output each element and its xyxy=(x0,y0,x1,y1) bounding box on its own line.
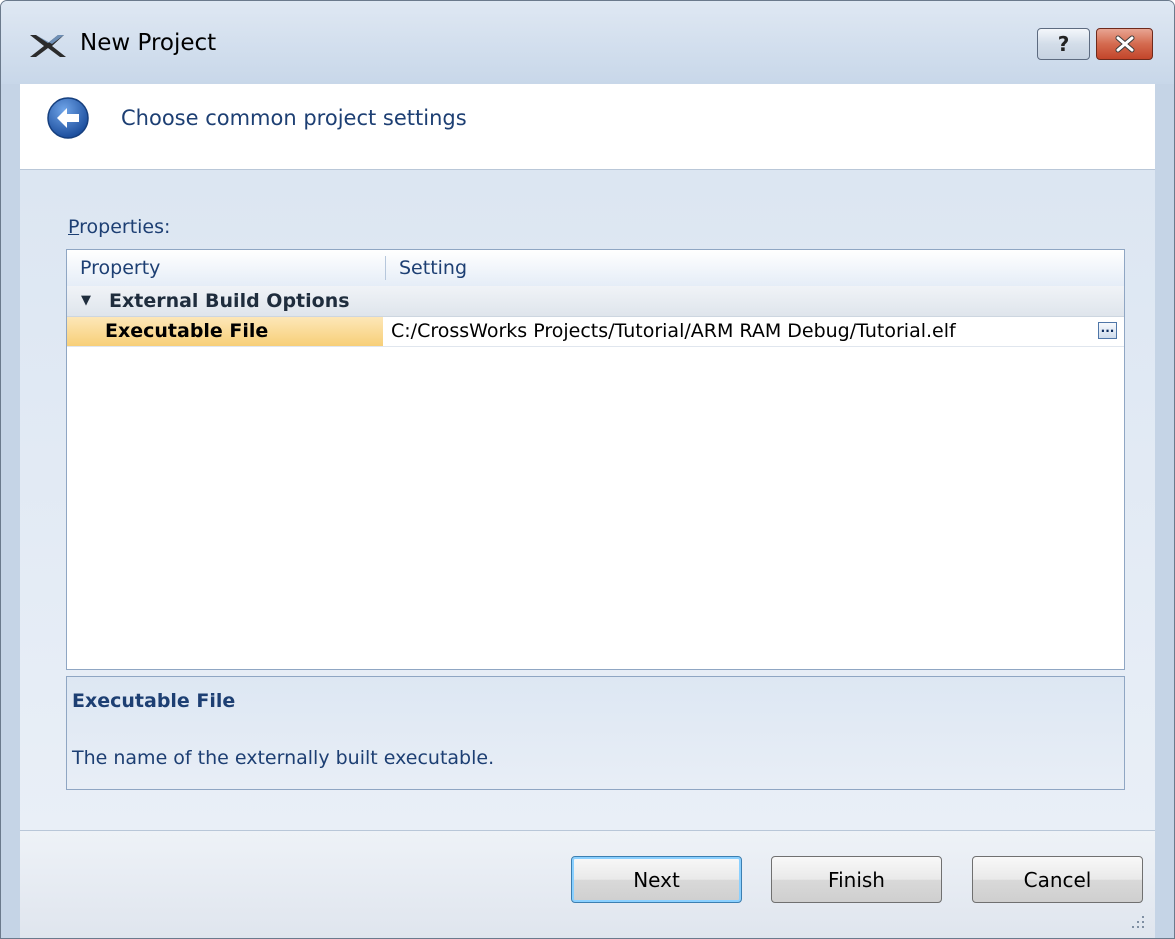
finish-button[interactable]: Finish xyxy=(771,856,942,903)
column-divider[interactable] xyxy=(385,256,386,280)
crossworks-app-icon xyxy=(30,35,66,57)
help-button[interactable]: ? xyxy=(1037,28,1090,60)
back-arrow-icon[interactable] xyxy=(46,96,90,140)
close-x-icon xyxy=(1115,35,1134,53)
property-name: Executable File xyxy=(105,320,269,342)
description-text: The name of the externally built executa… xyxy=(72,747,495,769)
description-title: Executable File xyxy=(72,690,236,712)
properties-label-text: roperties: xyxy=(79,216,171,238)
properties-label: Properties: xyxy=(68,216,170,238)
help-question-icon: ? xyxy=(1057,32,1070,56)
group-label: External Build Options xyxy=(109,290,350,312)
cancel-button[interactable]: Cancel xyxy=(972,856,1143,903)
browse-ellipsis-button[interactable]: ··· xyxy=(1098,322,1117,339)
collapse-triangle-icon[interactable]: ▼ xyxy=(81,293,91,308)
window-title: New Project xyxy=(80,30,217,56)
column-header-setting[interactable]: Setting xyxy=(399,257,467,279)
properties-grid[interactable]: Property Setting ▼ External Build Option… xyxy=(66,249,1125,670)
column-header-property[interactable]: Property xyxy=(80,257,160,279)
grid-header: Property Setting xyxy=(67,250,1124,287)
description-panel: Executable File The name of the external… xyxy=(66,676,1125,790)
property-value[interactable]: C:/CrossWorks Projects/Tutorial/ARM RAM … xyxy=(391,320,956,342)
wizard-content: Properties: Property Setting ▼ External … xyxy=(20,170,1155,830)
property-name-cell[interactable]: Executable File xyxy=(67,317,383,346)
wizard-header: Choose common project settings xyxy=(20,84,1155,170)
property-row-executable-file[interactable]: Executable File C:/CrossWorks Projects/T… xyxy=(67,317,1124,347)
resize-grip-icon[interactable] xyxy=(1131,915,1145,929)
new-project-dialog: New Project ? Choose common project sett… xyxy=(0,0,1175,939)
step-title: Choose common project settings xyxy=(121,106,467,130)
properties-label-mnemonic: P xyxy=(68,216,80,238)
close-button[interactable] xyxy=(1096,28,1153,60)
next-button[interactable]: Next xyxy=(571,856,742,903)
button-bar: Next Finish Cancel xyxy=(20,830,1155,938)
group-row-external-build-options[interactable]: ▼ External Build Options xyxy=(67,286,1124,317)
title-bar: New Project ? xyxy=(1,1,1174,84)
